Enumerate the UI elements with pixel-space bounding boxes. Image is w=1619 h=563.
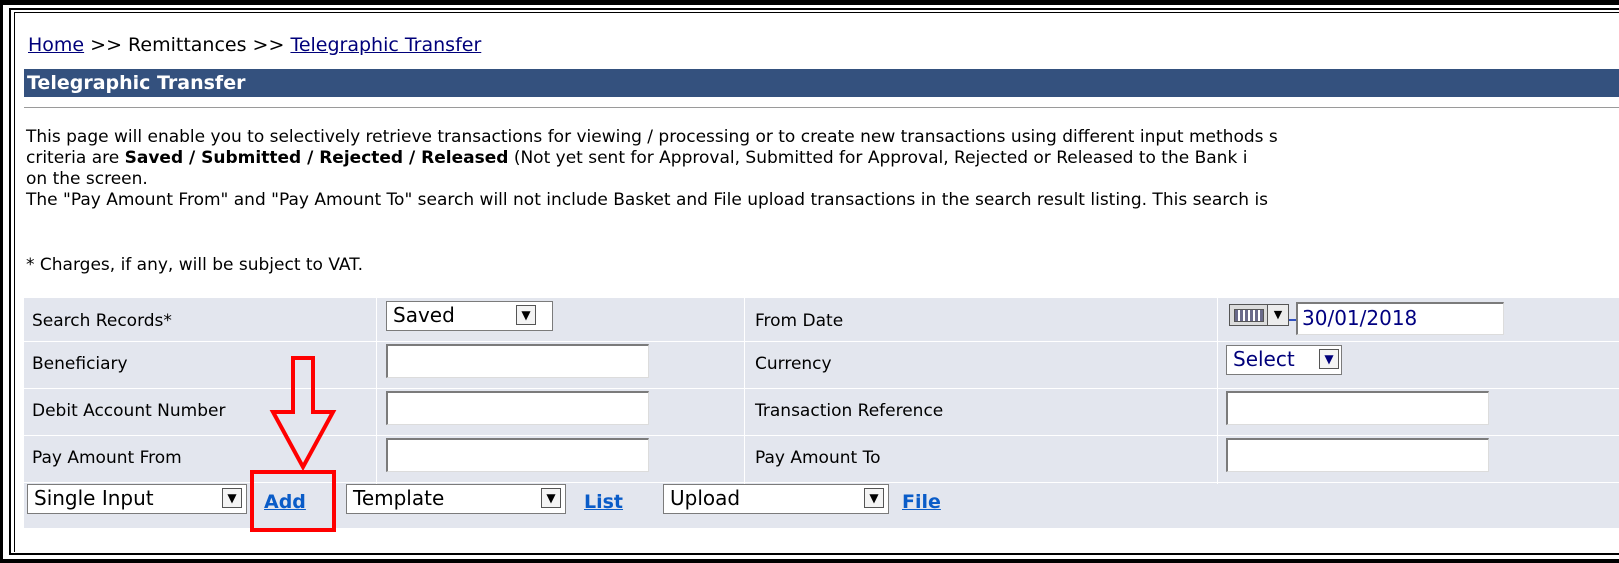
description-text: (Not yet sent for Approval, Submitted fo… xyxy=(508,148,1248,168)
breadcrumb-telegraphic-transfer-link[interactable]: Telegraphic Transfer xyxy=(290,34,481,56)
breadcrumb-home-link[interactable]: Home xyxy=(28,34,84,56)
beneficiary-input[interactable] xyxy=(386,344,649,378)
transaction-reference-label: Transaction Reference xyxy=(755,401,944,421)
chevron-down-icon[interactable]: ▼ xyxy=(1319,349,1339,369)
calendar-picker-button[interactable]: ▼ xyxy=(1229,304,1289,326)
beneficiary-label: Beneficiary xyxy=(32,354,128,374)
debit-account-number-input[interactable] xyxy=(386,391,649,425)
breadcrumb-remittances: Remittances xyxy=(128,34,247,56)
template-select[interactable]: Template ▼ xyxy=(346,484,566,514)
from-date-input[interactable]: 30/01/2018 xyxy=(1296,302,1504,335)
breadcrumb: Home >> Remittances >> Telegraphic Trans… xyxy=(28,34,481,56)
template-value: Template xyxy=(353,486,445,510)
transaction-reference-input[interactable] xyxy=(1226,391,1489,425)
description-status-list: Saved / Submitted / Rejected / Released xyxy=(124,148,509,168)
pay-amount-to-input[interactable] xyxy=(1226,438,1489,472)
currency-select[interactable]: Select ▼ xyxy=(1226,345,1342,375)
from-date-label: From Date xyxy=(755,311,844,331)
currency-label: Currency xyxy=(755,354,832,374)
list-link[interactable]: List xyxy=(584,491,623,513)
form-row-divider xyxy=(24,341,1619,342)
chevron-down-icon[interactable]: ▼ xyxy=(222,488,242,508)
pay-amount-from-label: Pay Amount From xyxy=(32,448,182,468)
currency-value: Select xyxy=(1233,347,1295,371)
chevron-down-icon[interactable]: ▼ xyxy=(516,305,536,325)
description-line-2: criteria are Saved / Submitted / Rejecte… xyxy=(26,148,1247,168)
vat-note: * Charges, if any, will be subject to VA… xyxy=(26,255,363,275)
form-col-divider xyxy=(376,298,377,484)
description-line-1: This page will enable you to selectively… xyxy=(26,127,1278,147)
breadcrumb-separator: >> xyxy=(90,34,122,56)
chevron-down-icon[interactable]: ▼ xyxy=(541,488,561,508)
page-title-bar xyxy=(24,69,1619,97)
calendar-icon xyxy=(1234,309,1264,322)
debit-account-number-label: Debit Account Number xyxy=(32,401,226,421)
description-line-3: on the screen. xyxy=(26,169,148,189)
pay-amount-from-input[interactable] xyxy=(386,438,649,472)
breadcrumb-separator: >> xyxy=(252,34,285,56)
form-col-divider xyxy=(1217,298,1218,484)
title-divider xyxy=(24,107,1619,108)
description-line-4: The "Pay Amount From" and "Pay Amount To… xyxy=(26,190,1269,210)
form-col-divider xyxy=(744,298,745,484)
file-link[interactable]: File xyxy=(902,491,941,513)
upload-select[interactable]: Upload ▼ xyxy=(663,484,889,514)
input-method-select[interactable]: Single Input ▼ xyxy=(27,484,247,514)
chevron-down-icon: ▼ xyxy=(1267,305,1288,325)
search-records-select[interactable]: Saved ▼ xyxy=(386,301,553,331)
annotation-highlight-box xyxy=(250,470,336,532)
search-records-value: Saved xyxy=(393,303,455,327)
description-text: criteria are xyxy=(26,148,125,168)
search-records-label: Search Records* xyxy=(32,311,172,331)
upload-value: Upload xyxy=(670,486,741,510)
input-method-value: Single Input xyxy=(34,486,154,510)
pay-amount-to-label: Pay Amount To xyxy=(755,448,881,468)
annotation-arrow-icon xyxy=(269,356,337,472)
page-title: Telegraphic Transfer xyxy=(27,72,246,94)
chevron-down-icon[interactable]: ▼ xyxy=(864,488,884,508)
